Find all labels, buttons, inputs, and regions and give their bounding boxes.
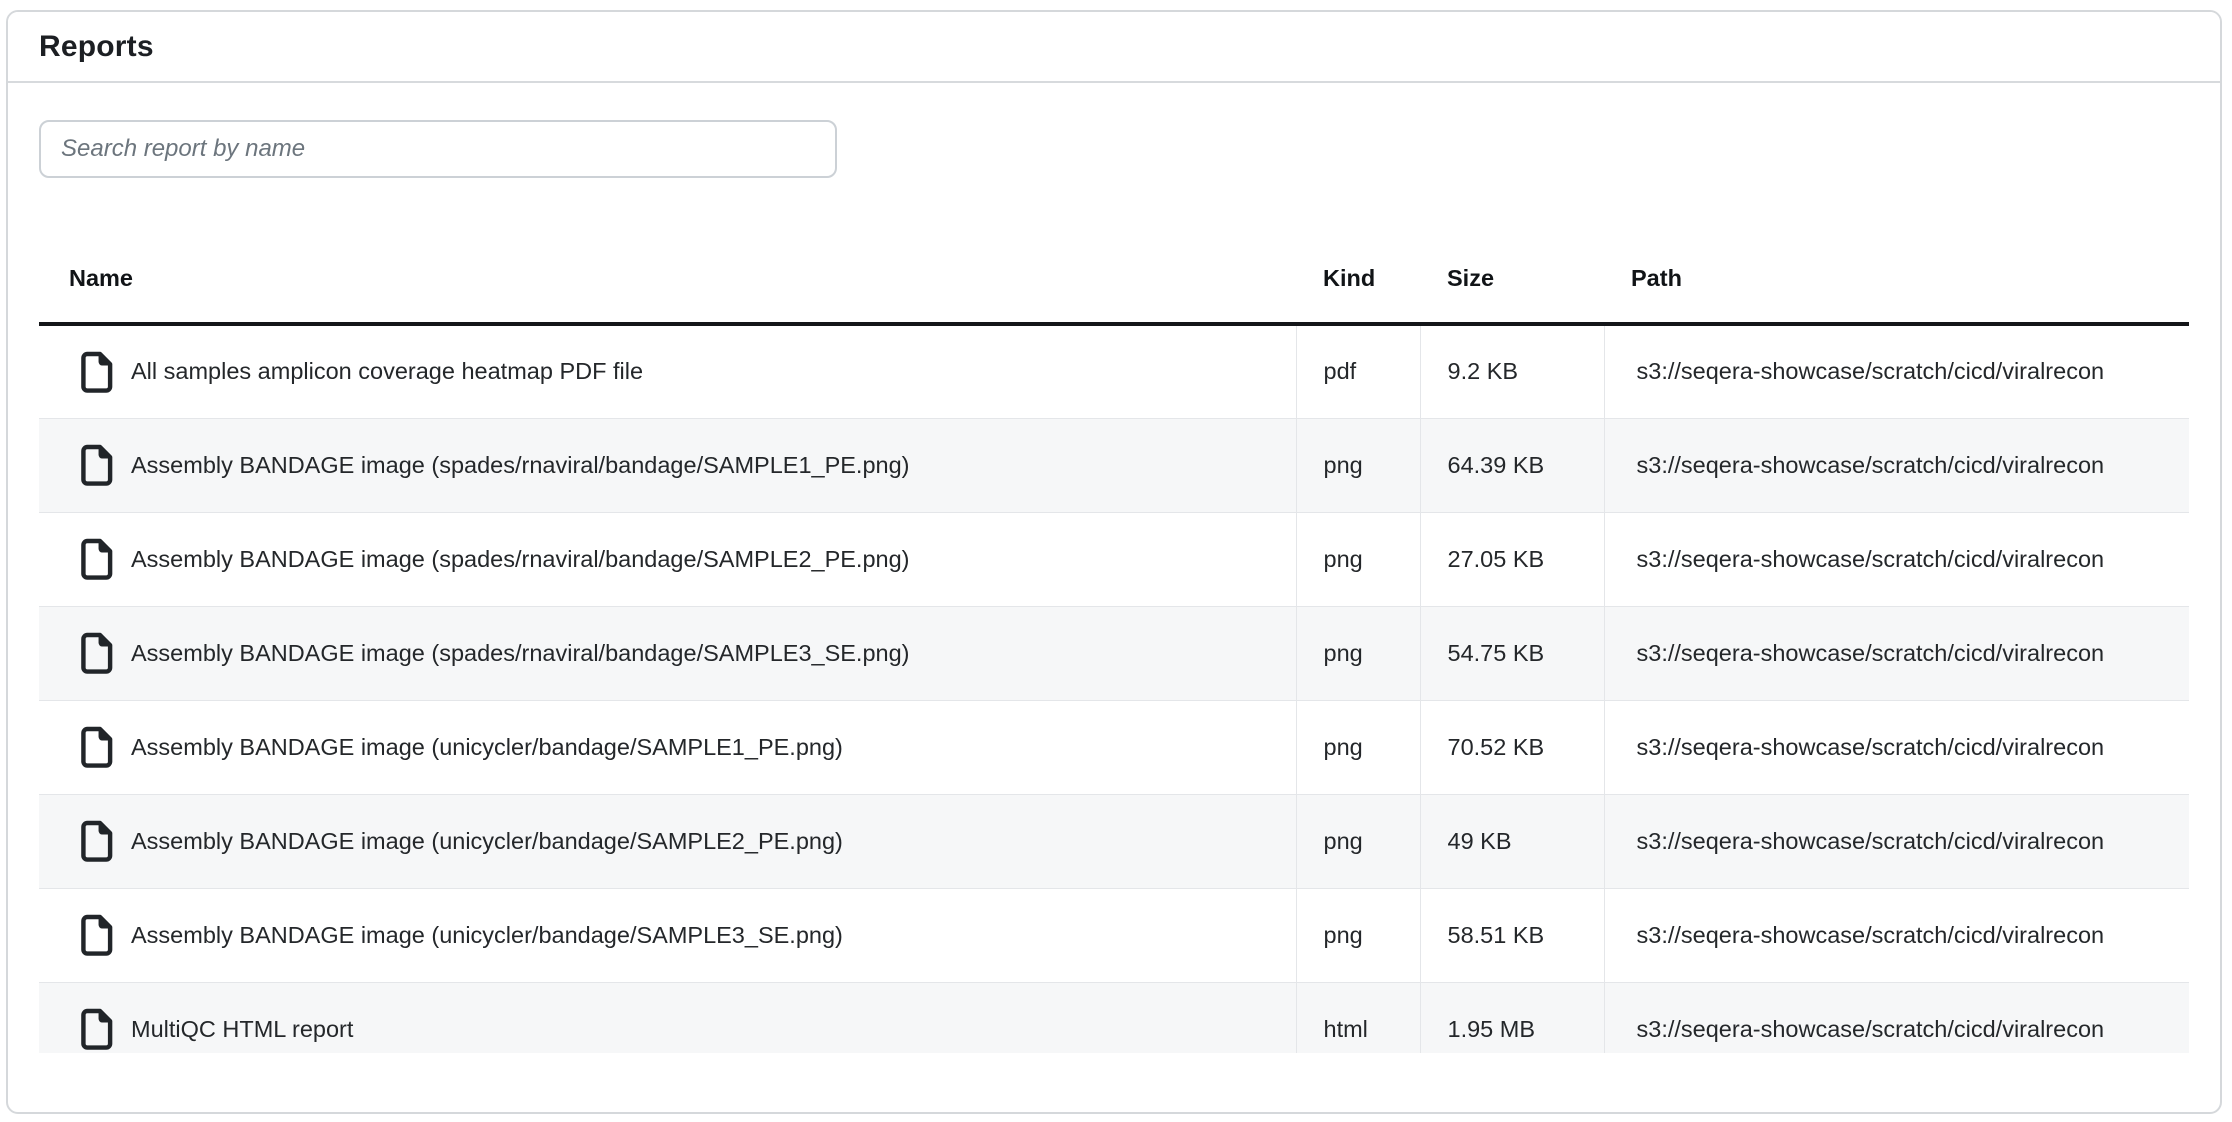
reports-table-viewport: Name Kind Size Path Al: [39, 240, 2189, 1053]
report-kind: png: [1296, 888, 1420, 982]
file-icon: [79, 632, 113, 674]
report-path: s3://seqera-showcase/scratch/cicd/viralr…: [1604, 512, 2189, 606]
report-name: Assembly BANDAGE image (unicycler/bandag…: [131, 734, 843, 761]
reports-table: Name Kind Size Path Al: [39, 240, 2189, 1053]
column-header-kind: Kind: [1296, 240, 1420, 324]
report-path: s3://seqera-showcase/scratch/cicd/viralr…: [1604, 606, 2189, 700]
report-size: 9.2 KB: [1420, 324, 1604, 418]
table-row[interactable]: Assembly BANDAGE image (unicycler/bandag…: [39, 888, 2189, 982]
table-row[interactable]: Assembly BANDAGE image (spades/rnaviral/…: [39, 512, 2189, 606]
report-path: s3://seqera-showcase/scratch/cicd/viralr…: [1604, 700, 2189, 794]
column-header-path: Path: [1604, 240, 2189, 324]
table-row[interactable]: Assembly BANDAGE image (unicycler/bandag…: [39, 700, 2189, 794]
report-name: Assembly BANDAGE image (unicycler/bandag…: [131, 828, 843, 855]
report-size: 64.39 KB: [1420, 418, 1604, 512]
column-header-name: Name: [39, 240, 1296, 324]
column-header-size: Size: [1420, 240, 1604, 324]
report-size: 58.51 KB: [1420, 888, 1604, 982]
report-kind: png: [1296, 512, 1420, 606]
report-kind: html: [1296, 982, 1420, 1053]
report-path: s3://seqera-showcase/scratch/cicd/viralr…: [1604, 794, 2189, 888]
report-path: s3://seqera-showcase/scratch/cicd/viralr…: [1604, 982, 2189, 1053]
report-name: Assembly BANDAGE image (spades/rnaviral/…: [131, 640, 910, 667]
report-size: 1.95 MB: [1420, 982, 1604, 1053]
table-row[interactable]: Assembly BANDAGE image (spades/rnaviral/…: [39, 606, 2189, 700]
report-path: s3://seqera-showcase/scratch/cicd/viralr…: [1604, 324, 2189, 418]
report-size: 49 KB: [1420, 794, 1604, 888]
reports-card: Reports Name Kind Size Path: [6, 10, 2222, 1114]
report-path: s3://seqera-showcase/scratch/cicd/viralr…: [1604, 888, 2189, 982]
file-icon: [79, 538, 113, 580]
report-name: Assembly BANDAGE image (spades/rnaviral/…: [131, 452, 910, 479]
file-icon: [79, 914, 113, 956]
search-report-input[interactable]: [39, 120, 837, 178]
report-path: s3://seqera-showcase/scratch/cicd/viralr…: [1604, 418, 2189, 512]
table-row[interactable]: MultiQC HTML report html 1.95 MB s3://se…: [39, 982, 2189, 1053]
report-size: 27.05 KB: [1420, 512, 1604, 606]
card-header: Reports: [8, 12, 2220, 83]
file-icon: [79, 351, 113, 393]
report-size: 70.52 KB: [1420, 700, 1604, 794]
table-row[interactable]: Assembly BANDAGE image (unicycler/bandag…: [39, 794, 2189, 888]
report-kind: png: [1296, 606, 1420, 700]
file-icon: [79, 444, 113, 486]
report-kind: png: [1296, 794, 1420, 888]
table-row[interactable]: Assembly BANDAGE image (spades/rnaviral/…: [39, 418, 2189, 512]
file-icon: [79, 1008, 113, 1050]
report-name: All samples amplicon coverage heatmap PD…: [131, 358, 643, 385]
report-name: MultiQC HTML report: [131, 1016, 353, 1043]
page-title: Reports: [39, 30, 154, 64]
report-kind: pdf: [1296, 324, 1420, 418]
card-body: Name Kind Size Path Al: [8, 83, 2220, 1053]
table-row[interactable]: All samples amplicon coverage heatmap PD…: [39, 324, 2189, 418]
file-icon: [79, 726, 113, 768]
report-kind: png: [1296, 418, 1420, 512]
report-name: Assembly BANDAGE image (spades/rnaviral/…: [131, 546, 910, 573]
report-kind: png: [1296, 700, 1420, 794]
report-name: Assembly BANDAGE image (unicycler/bandag…: [131, 922, 843, 949]
report-size: 54.75 KB: [1420, 606, 1604, 700]
table-header-row: Name Kind Size Path: [39, 240, 2189, 324]
file-icon: [79, 820, 113, 862]
